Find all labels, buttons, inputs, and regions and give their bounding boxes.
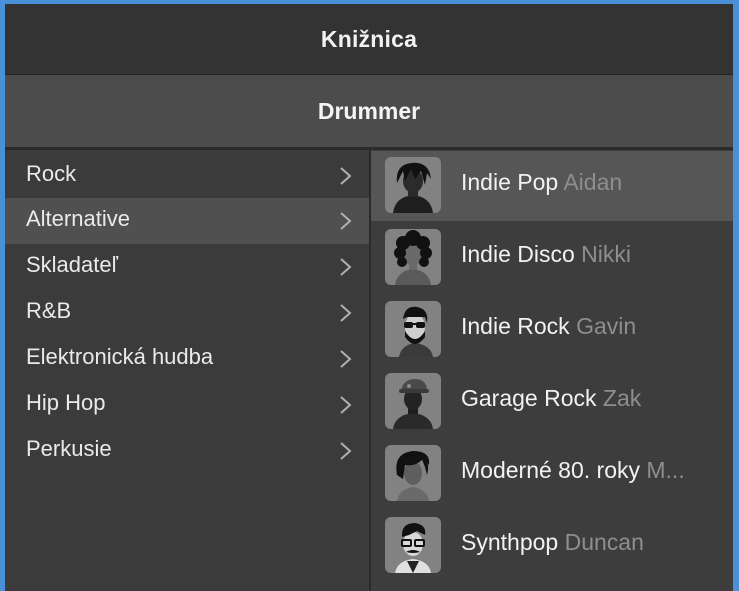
drummer-genre: Moderné 80. roky <box>461 457 640 483</box>
library-window: Knižnica Drummer Rock Alternative Sklada… <box>5 4 733 591</box>
drummer-item-zak[interactable]: Garage Rock Zak <box>371 367 733 437</box>
drummer-avatar-cap-icon <box>385 373 441 429</box>
category-label: Hip Hop <box>26 390 106 415</box>
chevron-right-icon <box>340 167 352 185</box>
library-title: Knižnica <box>320 25 418 52</box>
drummer-genre: Indie Pop <box>461 169 559 195</box>
category-label: Perkusie <box>26 436 112 461</box>
drummer-label: Indie Disco Nikki <box>461 241 723 268</box>
drummer-name: Nikki <box>581 241 632 267</box>
category-item-rnb[interactable]: R&B <box>5 290 369 336</box>
chevron-right-icon <box>340 258 352 276</box>
category-label: Elektronická hudba <box>26 344 214 369</box>
drummer-list: Indie Pop Aidan Indie Disco Nikki Indie … <box>371 150 733 591</box>
category-label: R&B <box>26 298 72 323</box>
category-item-alternative[interactable]: Alternative <box>5 198 369 244</box>
chevron-right-icon <box>340 396 352 414</box>
drummer-name: M... <box>646 457 685 483</box>
drummer-header: Drummer <box>5 75 733 147</box>
drummer-avatar-glasses-mustache-icon <box>385 517 441 573</box>
drummer-avatar-shaggy-hair-icon <box>385 157 441 213</box>
drummer-label: Garage Rock Zak <box>461 385 723 412</box>
drummer-item-duncan[interactable]: Synthpop Duncan <box>371 511 733 581</box>
category-label: Rock <box>26 161 77 186</box>
drummer-label: Moderné 80. roky M... <box>461 457 723 484</box>
category-label: Skladateľ <box>26 252 119 277</box>
drummer-item-gavin[interactable]: Indie Rock Gavin <box>371 295 733 365</box>
chevron-right-icon <box>340 350 352 368</box>
drummer-item-moderne-80-roky[interactable]: Moderné 80. roky M... <box>371 439 733 509</box>
drummer-name: Duncan <box>564 529 644 555</box>
drummer-label: Indie Pop Aidan <box>461 169 723 196</box>
drummer-label: Synthpop Duncan <box>461 529 723 556</box>
drummer-genre: Indie Disco <box>461 241 575 267</box>
category-item-rock[interactable]: Rock <box>5 153 369 199</box>
drummer-genre: Synthpop <box>461 529 559 555</box>
chevron-right-icon <box>340 304 352 322</box>
drummer-item-aidan[interactable]: Indie Pop Aidan <box>371 151 733 221</box>
category-label: Alternative <box>26 206 130 231</box>
drummer-item-nikki[interactable]: Indie Disco Nikki <box>371 223 733 293</box>
category-item-elektronicka-hudba[interactable]: Elektronická hudba <box>5 336 369 382</box>
drummer-label: Indie Rock Gavin <box>461 313 723 340</box>
drummer-avatar-side-bangs-icon <box>385 445 441 501</box>
category-list: Rock Alternative Skladateľ R&B Elektroni… <box>5 150 369 591</box>
drummer-avatar-sunglasses-beard-icon <box>385 301 441 357</box>
library-title-bar: Knižnica <box>5 4 733 74</box>
category-item-hip-hop[interactable]: Hip Hop <box>5 382 369 428</box>
category-item-perkusie[interactable]: Perkusie <box>5 428 369 474</box>
drummer-avatar-curly-hair-icon <box>385 229 441 285</box>
drummer-header-title: Drummer <box>317 97 421 124</box>
drummer-genre: Garage Rock <box>461 385 597 411</box>
chevron-right-icon <box>340 212 352 230</box>
drummer-name: Zak <box>602 385 642 411</box>
drummer-name: Aidan <box>563 169 623 195</box>
category-item-skladatel[interactable]: Skladateľ <box>5 244 369 290</box>
chevron-right-icon <box>340 442 352 460</box>
drummer-genre: Indie Rock <box>461 313 570 339</box>
drummer-name: Gavin <box>576 313 637 339</box>
